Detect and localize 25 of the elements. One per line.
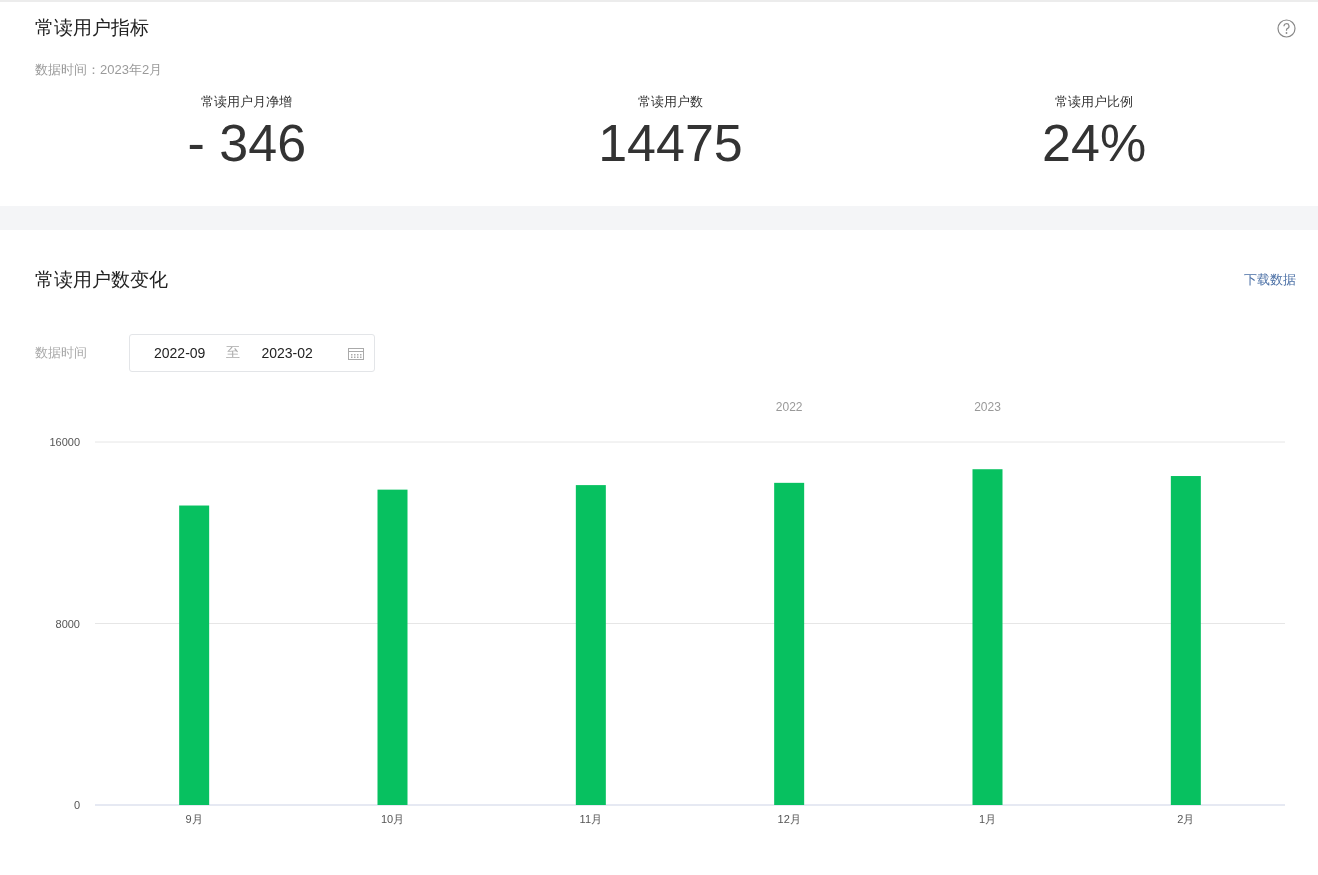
metric-value: 24% <box>1042 113 1147 173</box>
metric-label: 常读用户数 <box>638 93 703 111</box>
x-tick-label: 2月 <box>1177 813 1195 825</box>
metric-value: - 346 <box>187 113 307 173</box>
section-title: 常读用户指标 <box>35 16 149 40</box>
year-label: 2023 <box>974 400 1001 414</box>
y-tick-label: 0 <box>73 799 80 811</box>
x-tick-label: 1月 <box>978 813 997 825</box>
metric-value: 14475 <box>598 113 743 173</box>
x-tick-label: 11月 <box>579 813 603 825</box>
data-time: 数据时间：2023年2月 <box>35 61 164 79</box>
x-tick-label: 12月 <box>777 813 801 825</box>
range-label: 数据时间 <box>35 344 88 362</box>
year-label: 2022 <box>775 400 803 414</box>
metric-label: 常读用户月净增 <box>201 93 293 111</box>
x-tick-label: 10月 <box>380 813 405 825</box>
y-tick-label: 16000 <box>49 436 80 448</box>
y-tick-label: 8000 <box>55 617 80 630</box>
calendar-icon <box>348 346 364 360</box>
section-title: 常读用户数变化 <box>35 268 168 292</box>
download-link[interactable]: 下载数据 <box>1244 271 1296 289</box>
x-tick-label: 9月 <box>185 813 203 825</box>
metric-label: 常读用户比例 <box>1055 93 1134 111</box>
help-icon[interactable] <box>1277 18 1296 38</box>
date-range-picker[interactable]: 2022-09 至 2023-02 <box>129 334 375 372</box>
